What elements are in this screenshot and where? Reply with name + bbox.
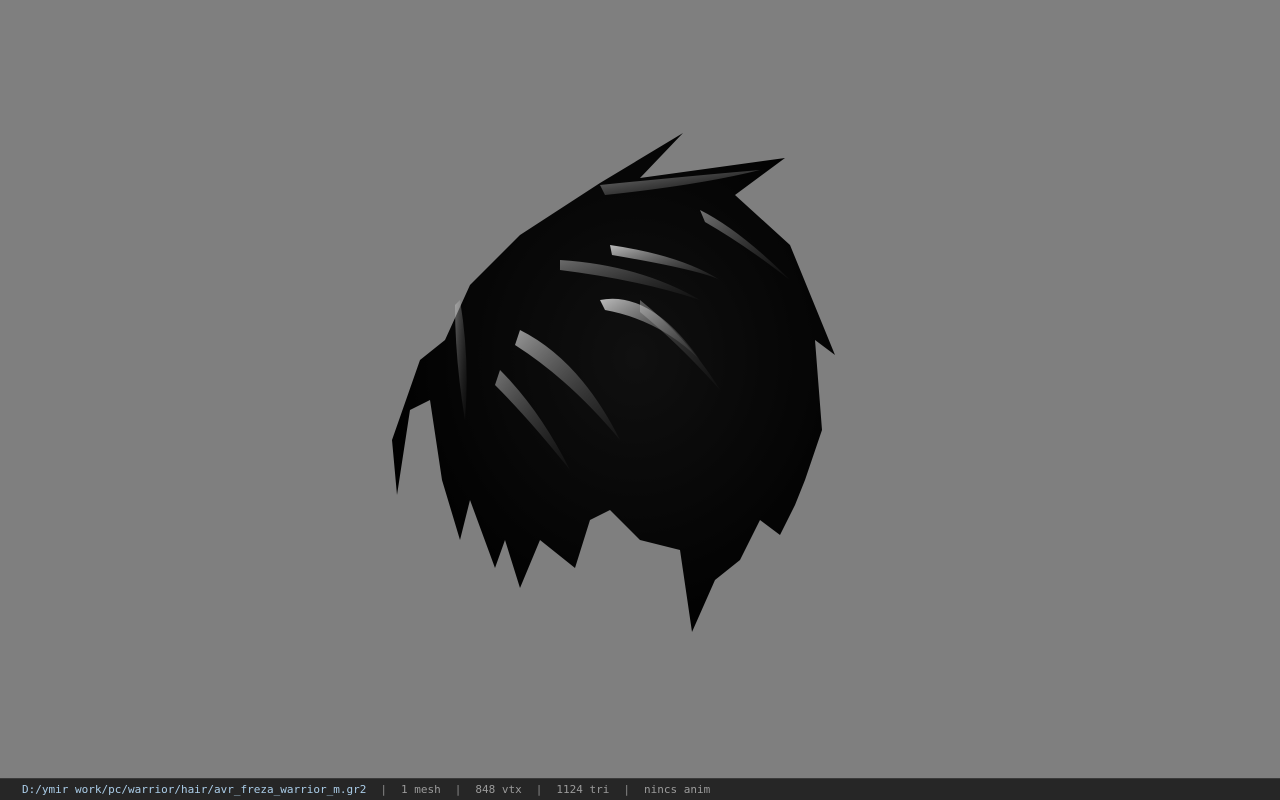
hair-model[interactable] — [0, 0, 1280, 778]
mesh-count: 1 mesh — [401, 783, 441, 796]
anim-status: nincs anim — [643, 783, 711, 796]
status-bar: D:/ymir work/pc/warrior/hair/avr_freza_w… — [0, 778, 1280, 800]
hair-mass — [392, 133, 835, 632]
separator: | — [380, 783, 387, 796]
separator: | — [623, 783, 630, 796]
file-path: D:/ymir work/pc/warrior/hair/avr_freza_w… — [22, 783, 367, 796]
separator: | — [454, 783, 462, 796]
triangle-count: 1124 tri — [556, 783, 610, 796]
3d-viewport[interactable] — [0, 0, 1280, 778]
separator: | — [535, 783, 543, 796]
vertex-count: 848 vtx — [475, 783, 522, 796]
